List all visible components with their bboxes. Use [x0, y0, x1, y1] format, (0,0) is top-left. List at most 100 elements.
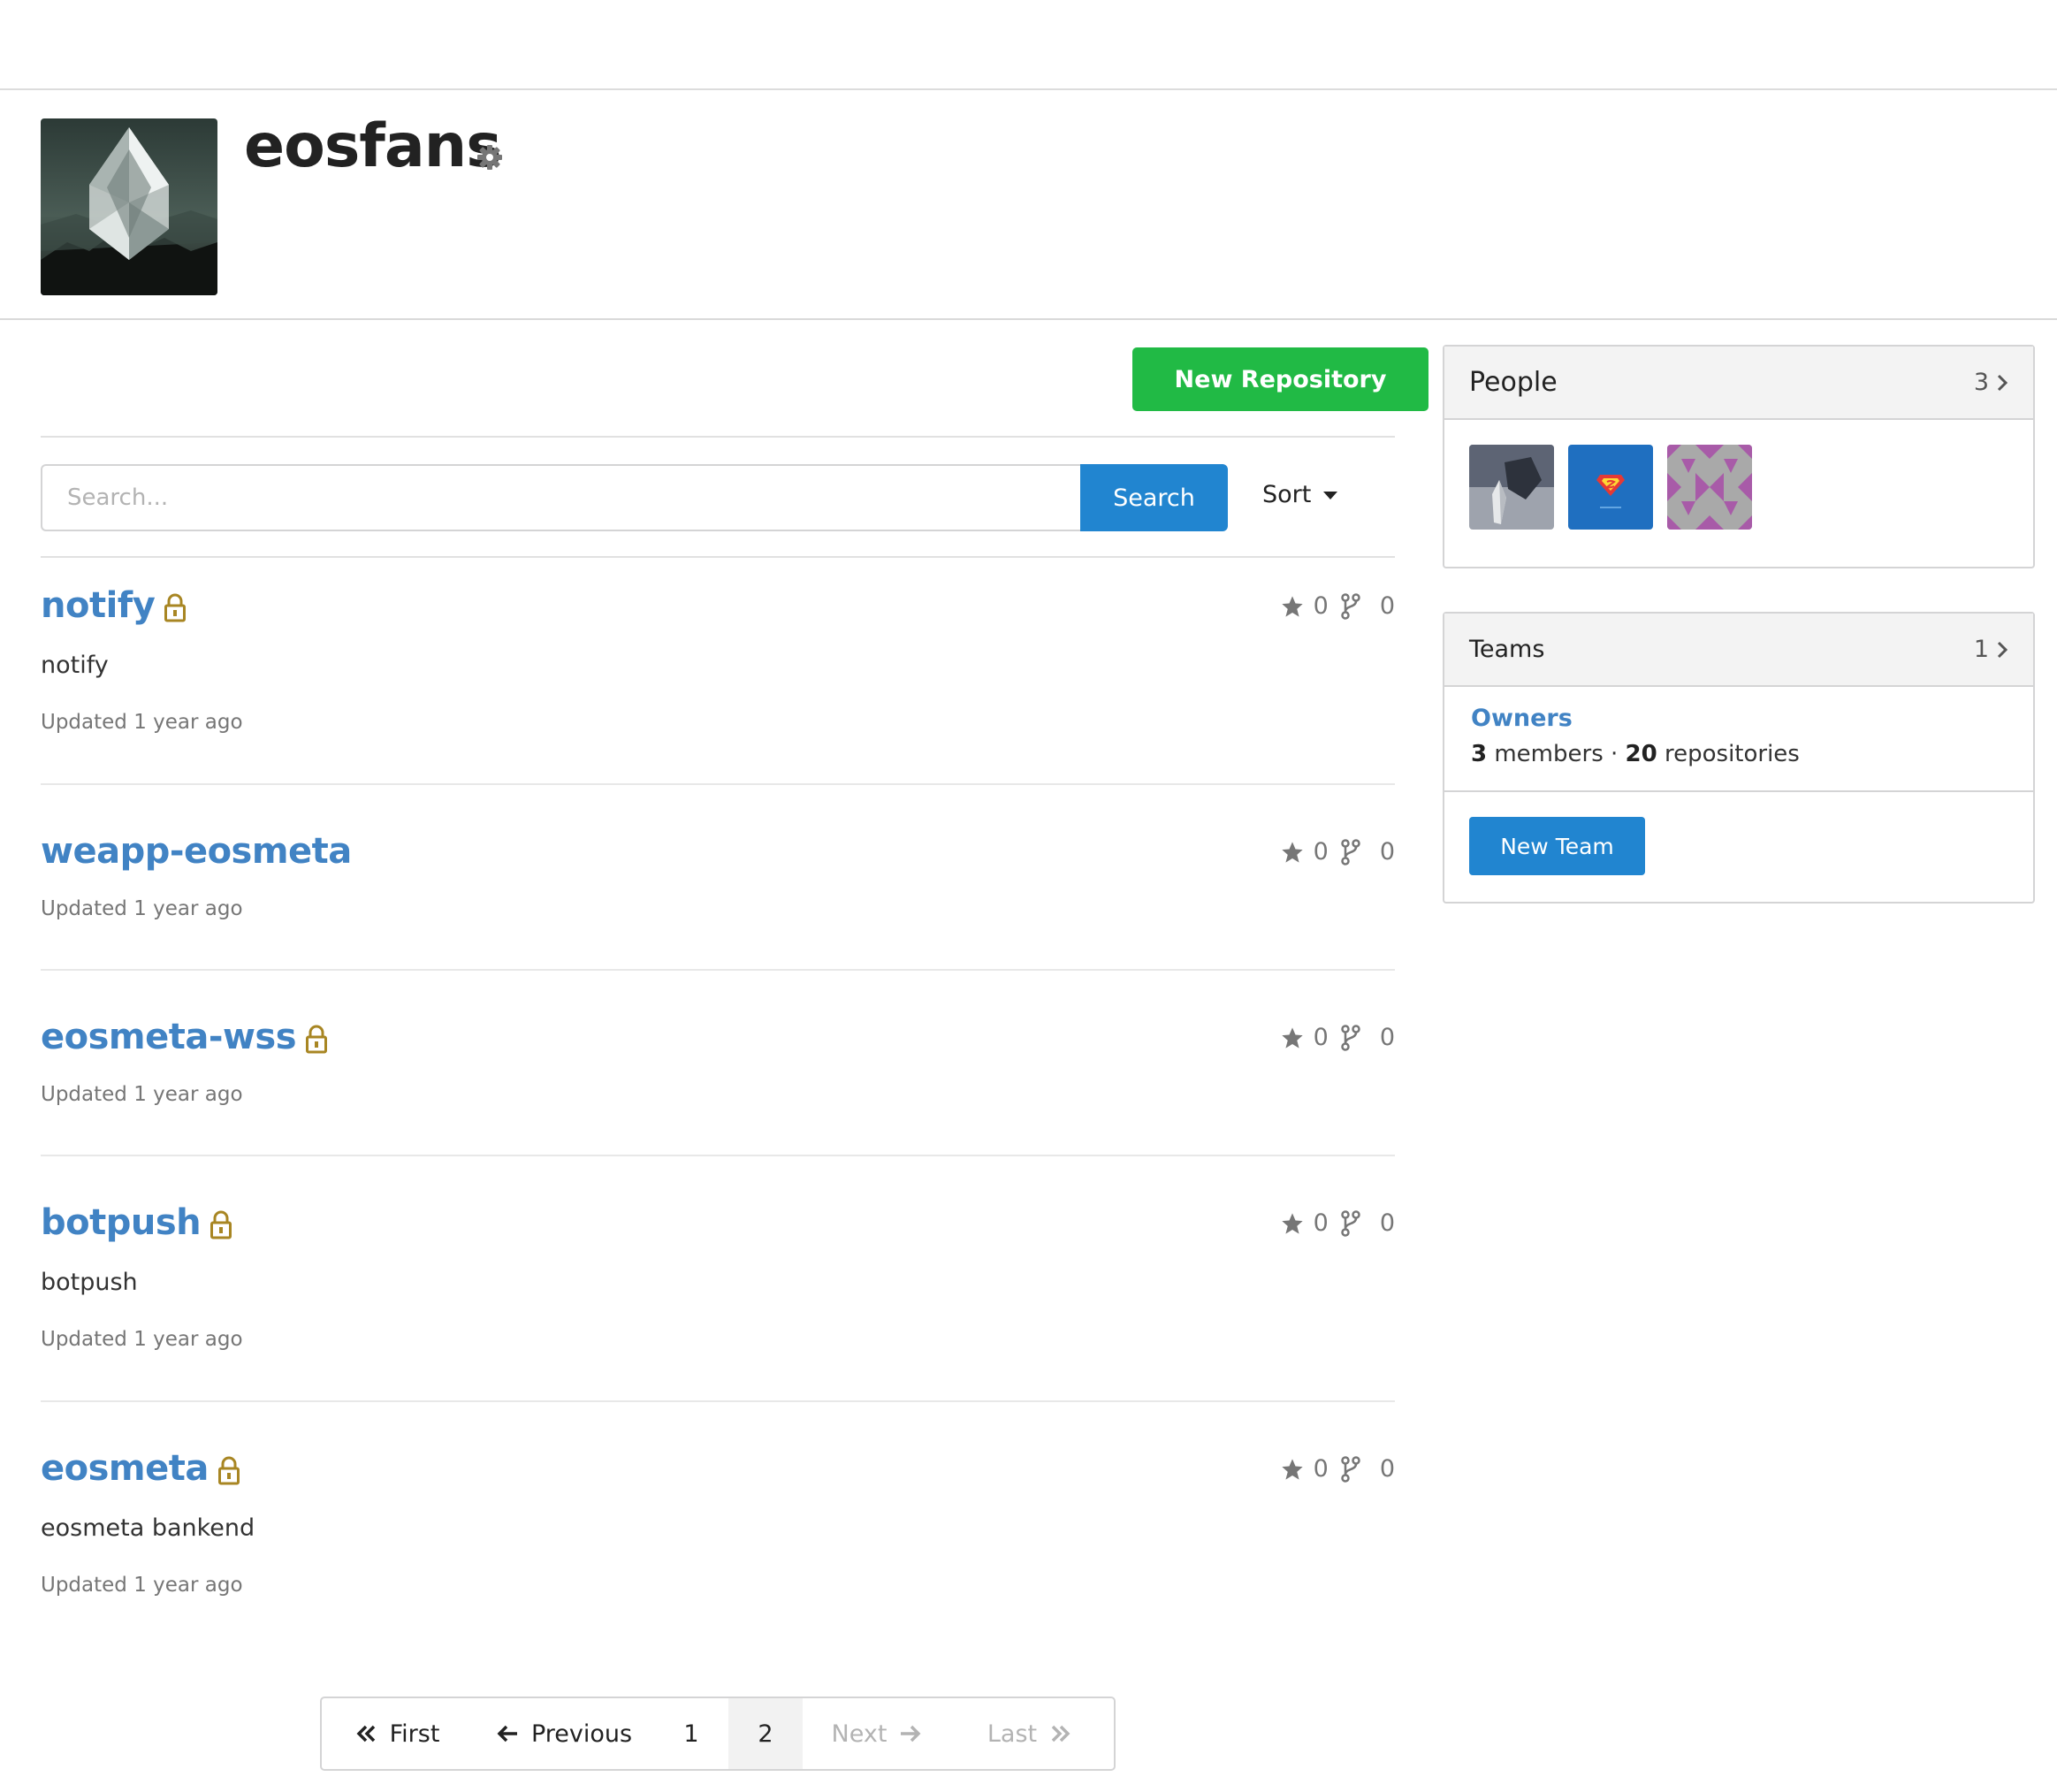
lock-icon — [305, 1025, 328, 1055]
team-item: Owners 3 members · 20 repositories — [1444, 687, 2033, 792]
pagination-last: Last — [951, 1698, 1107, 1769]
pagination-last-label: Last — [987, 1720, 1038, 1748]
sort-label: Sort — [1262, 481, 1312, 508]
divider — [41, 783, 1395, 785]
teams-count-wrap: 1 — [1974, 636, 2008, 663]
star-count: 0 — [1313, 1024, 1329, 1051]
people-header[interactable]: People 3 — [1444, 347, 2033, 420]
star-count: 0 — [1313, 1209, 1329, 1237]
repo-description: botpush — [41, 1269, 138, 1296]
teams-title: Teams — [1469, 636, 1545, 663]
repo-updated: Updated 1 year ago — [41, 897, 243, 920]
star-count: 0 — [1313, 592, 1329, 620]
repo-name-link[interactable]: notify — [41, 585, 156, 626]
pagination-first-label: First — [389, 1720, 440, 1748]
repo-stats: 0 0 — [1280, 1209, 1395, 1237]
repo-stats: 0 0 — [1280, 592, 1395, 620]
divider — [41, 969, 1395, 971]
gear-icon[interactable] — [476, 143, 504, 172]
pagination-page-1[interactable]: 1 — [654, 1698, 728, 1769]
fork-icon — [1341, 1209, 1360, 1237]
sort-dropdown[interactable]: Sort — [1262, 481, 1338, 508]
star-icon — [1280, 840, 1305, 865]
repo-item: botpush 0 0 botpush Updated 1 year ago — [41, 1202, 1395, 1388]
star-icon — [1280, 1211, 1305, 1236]
lock-icon — [217, 1456, 240, 1486]
repo-name-link[interactable]: weapp-eosmeta — [41, 831, 352, 872]
pagination-next-label: Next — [831, 1720, 888, 1748]
star-icon — [1280, 1457, 1305, 1482]
member-avatar[interactable] — [1667, 445, 1752, 530]
pagination-previous-label: Previous — [530, 1720, 633, 1748]
repo-item: weapp-eosmeta 0 0 Updated 1 year ago — [41, 831, 1395, 964]
team-members-count: 3 — [1471, 741, 1488, 767]
divider — [41, 1400, 1395, 1402]
pagination-previous[interactable]: Previous — [474, 1698, 654, 1769]
arrow-right-icon — [901, 1725, 921, 1742]
new-repository-button[interactable]: New Repository — [1132, 347, 1428, 411]
team-repos-label: repositories — [1657, 741, 1800, 767]
fork-icon — [1341, 1455, 1360, 1483]
arrow-left-icon — [497, 1725, 517, 1742]
fork-icon — [1341, 1024, 1360, 1051]
pagination: First Previous 1 2 Next Last — [320, 1697, 1116, 1771]
caret-down-icon — [1323, 492, 1338, 499]
repo-search: Search — [41, 464, 1228, 531]
team-repos-count: 20 — [1625, 741, 1657, 767]
fork-icon — [1341, 838, 1360, 865]
double-chevron-left-icon — [356, 1725, 375, 1742]
people-title: People — [1469, 367, 1558, 398]
pagination-next: Next — [803, 1698, 951, 1769]
people-card: People 3 — [1443, 345, 2035, 568]
teams-count: 1 — [1973, 636, 1989, 663]
team-meta: 3 members · 20 repositories — [1471, 741, 2007, 767]
fork-count: 0 — [1379, 1455, 1395, 1483]
repo-updated: Updated 1 year ago — [41, 1083, 243, 1106]
team-name-link[interactable]: Owners — [1471, 705, 1573, 732]
search-input[interactable] — [41, 464, 1082, 531]
repo-item: notify 0 0 notify Updated 1 year ago — [41, 585, 1395, 771]
member-avatar[interactable] — [1469, 445, 1554, 530]
repo-item: eosmeta-wss 0 0 Updated 1 year ago — [41, 1017, 1395, 1149]
search-button[interactable]: Search — [1080, 464, 1228, 531]
teams-card: Teams 1 Owners 3 members · 20 repositori… — [1443, 612, 2035, 904]
team-members-label: members · — [1487, 741, 1626, 767]
top-navbar — [0, 0, 2057, 90]
fork-count: 0 — [1379, 592, 1395, 620]
repo-updated: Updated 1 year ago — [41, 1574, 243, 1597]
repo-updated: Updated 1 year ago — [41, 711, 243, 734]
people-avatars — [1444, 420, 2033, 567]
chevron-right-icon — [1997, 641, 2008, 658]
pagination-first[interactable]: First — [322, 1698, 474, 1769]
star-count: 0 — [1313, 838, 1329, 865]
repo-name-link[interactable]: botpush — [41, 1202, 202, 1243]
star-icon — [1280, 1026, 1305, 1050]
org-header: eosfans — [0, 90, 2057, 320]
chevron-right-icon — [1997, 374, 2008, 391]
repo-stats: 0 0 — [1280, 838, 1395, 865]
repo-stats: 0 0 — [1280, 1024, 1395, 1051]
divider — [41, 436, 1395, 438]
org-avatar — [41, 118, 217, 295]
fork-count: 0 — [1379, 838, 1395, 865]
fork-count: 0 — [1379, 1209, 1395, 1237]
people-count: 3 — [1973, 369, 1989, 396]
member-avatar[interactable] — [1568, 445, 1653, 530]
repo-updated: Updated 1 year ago — [41, 1328, 243, 1351]
star-count: 0 — [1313, 1455, 1329, 1483]
new-team-button[interactable]: New Team — [1469, 817, 1645, 875]
repo-description: eosmeta bankend — [41, 1514, 255, 1542]
teams-footer: New Team — [1444, 792, 2033, 902]
divider — [41, 1155, 1395, 1156]
repo-name-link[interactable]: eosmeta — [41, 1448, 209, 1489]
org-name: eosfans — [244, 111, 502, 181]
double-chevron-right-icon — [1051, 1725, 1070, 1742]
fork-icon — [1341, 592, 1360, 620]
repo-name-link[interactable]: eosmeta-wss — [41, 1017, 297, 1057]
star-icon — [1280, 594, 1305, 619]
teams-header[interactable]: Teams 1 — [1444, 614, 2033, 687]
people-count-wrap: 3 — [1974, 369, 2008, 396]
pagination-page-2[interactable]: 2 — [728, 1698, 803, 1769]
lock-icon — [164, 593, 187, 623]
lock-icon — [210, 1210, 232, 1240]
